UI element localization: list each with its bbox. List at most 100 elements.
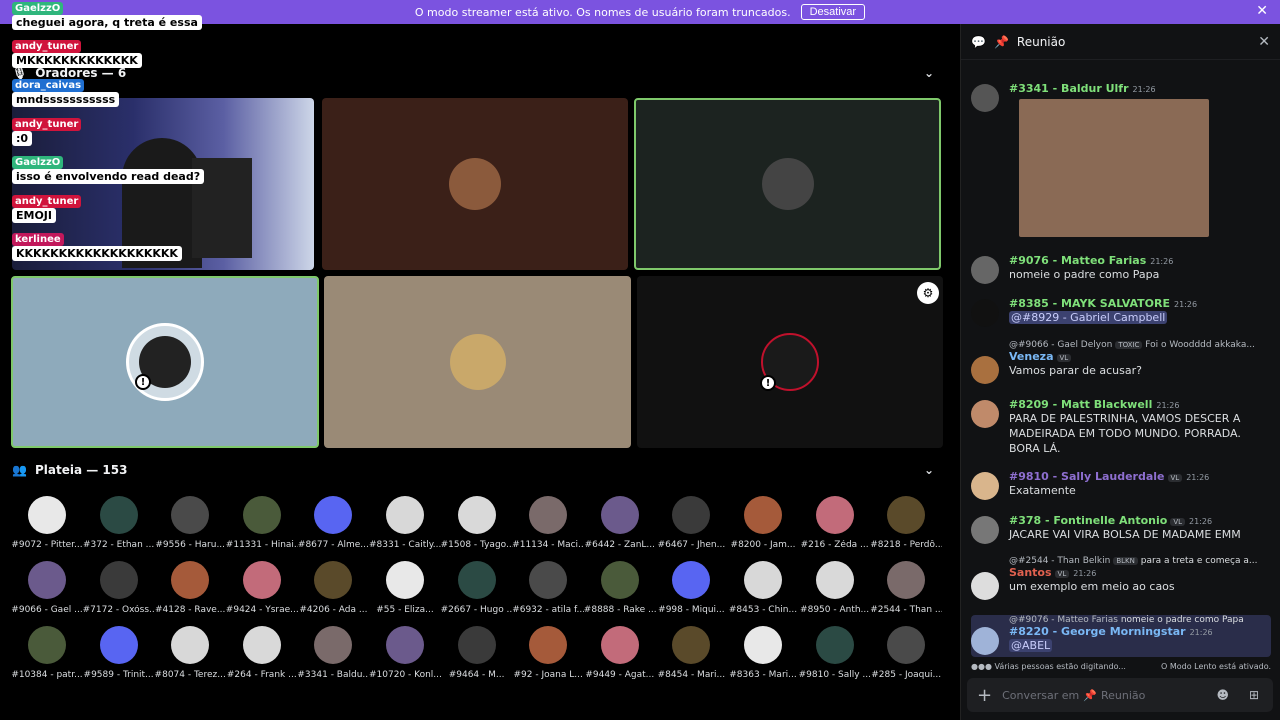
audience-member[interactable]: #2544 - Than ... bbox=[870, 561, 942, 615]
message-author[interactable]: #8385 - MAYK SALVATORE bbox=[1009, 297, 1170, 310]
audience-member[interactable]: #2667 - Hugo ... bbox=[440, 561, 513, 615]
avatar[interactable] bbox=[971, 627, 999, 655]
audience-member[interactable]: #9589 - Trinit... bbox=[84, 626, 154, 680]
avatar bbox=[314, 496, 353, 534]
avatar bbox=[672, 626, 711, 664]
audience-member[interactable]: #55 - Eliza... bbox=[370, 561, 440, 615]
audience-member-name: #1508 - Tyago... bbox=[440, 540, 513, 550]
chat-username: kerlinee bbox=[12, 233, 64, 246]
audience-member[interactable]: #8888 - Rake ... bbox=[584, 561, 656, 615]
audience-member[interactable]: #264 - Frank ... bbox=[227, 626, 297, 680]
avatar[interactable] bbox=[971, 356, 999, 384]
audience-member[interactable]: #4206 - Ada ... bbox=[298, 561, 368, 615]
audience-member[interactable]: #3341 - Baldu... bbox=[297, 626, 369, 680]
message-text: nomeie o padre como Papa bbox=[1009, 268, 1160, 281]
message-author[interactable]: #378 - Fontinelle Antonio bbox=[1009, 514, 1167, 527]
audience-member[interactable]: #9556 - Haru... bbox=[155, 496, 225, 550]
audience-member[interactable]: #8218 - Perdô... bbox=[870, 496, 942, 550]
audience-member[interactable]: #11331 - Hinai... bbox=[225, 496, 298, 550]
audience-member[interactable]: #216 - Zéda ... bbox=[800, 496, 870, 550]
audience-member[interactable]: #11134 - Maci... bbox=[512, 496, 584, 550]
mention[interactable]: @ABEL bbox=[1009, 639, 1053, 652]
avatar[interactable] bbox=[971, 572, 999, 600]
audience-member[interactable]: #1508 - Tyago... bbox=[440, 496, 513, 550]
audience-member-name: #8363 - Mari... bbox=[729, 670, 797, 680]
close-icon[interactable]: ✕ bbox=[1256, 3, 1268, 19]
chevron-down-icon[interactable]: ⌄ bbox=[924, 66, 934, 80]
message-author[interactable]: #9810 - Sally Lauderdale bbox=[1009, 470, 1165, 483]
audience-member[interactable]: #6442 - ZanL... bbox=[585, 496, 655, 550]
avatar bbox=[815, 496, 854, 534]
speaker-tile-4[interactable]: ! bbox=[11, 276, 319, 448]
message-author[interactable]: #8209 - Matt Blackwell bbox=[1009, 398, 1152, 411]
speaker-tile-3[interactable] bbox=[634, 98, 941, 270]
audience-member[interactable]: #4128 - Rave... bbox=[155, 561, 225, 615]
avatar bbox=[171, 561, 210, 599]
message-author[interactable]: Veneza bbox=[1009, 350, 1054, 363]
audience-member[interactable]: #8200 - Jam... bbox=[728, 496, 798, 550]
message-input[interactable]: + Conversar em 📌 Reunião ☻ ⊞ bbox=[967, 678, 1273, 712]
audience-member-name: #2667 - Hugo ... bbox=[440, 605, 513, 615]
audience-member[interactable]: #92 - Joana L... bbox=[513, 626, 583, 680]
chevron-down-icon[interactable]: ⌄ bbox=[924, 463, 934, 477]
audience-member-name: #372 - Ethan ... bbox=[82, 540, 155, 550]
audience-member[interactable]: #9066 - Gael ... bbox=[11, 561, 83, 615]
audience-header[interactable]: 👥 Plateia — 153 ⌄ bbox=[12, 457, 942, 483]
input-placeholder[interactable]: Conversar em bbox=[1002, 689, 1079, 702]
audience-member[interactable]: #9424 - Ysrae... bbox=[226, 561, 298, 615]
speaker-tile-6[interactable]: ⚙ ! bbox=[637, 276, 943, 448]
avatar[interactable] bbox=[971, 84, 999, 112]
avatar bbox=[386, 561, 424, 599]
gift-icon[interactable]: ☻ bbox=[1216, 688, 1229, 702]
speaker-tile-5[interactable] bbox=[324, 276, 631, 448]
message-author[interactable]: #8220 - George Morningstar bbox=[1009, 625, 1186, 638]
audience-member[interactable]: #8950 - Anth... bbox=[800, 561, 870, 615]
audience-member[interactable]: #8074 - Terez... bbox=[154, 626, 226, 680]
close-icon[interactable]: ✕ bbox=[1258, 34, 1270, 50]
reply-preview[interactable]: @#9066 - Gael Delyon TOXIC Foi o Woodddd … bbox=[1009, 340, 1271, 350]
audience-member[interactable]: #372 - Ethan ... bbox=[82, 496, 155, 550]
audience-member[interactable]: #285 - Joaqui... bbox=[871, 626, 941, 680]
reply-preview[interactable]: @#2544 - Than Belkin BLKN para a treta e … bbox=[1009, 556, 1271, 566]
avatar bbox=[600, 496, 639, 534]
audience-member[interactable]: #8677 - Alme... bbox=[298, 496, 369, 550]
audience-member[interactable]: #9464 - M... bbox=[442, 626, 512, 680]
apps-icon[interactable]: ⊞ bbox=[1249, 688, 1259, 702]
message-time: 21:26 bbox=[1073, 569, 1097, 578]
audience-member[interactable]: #8453 - Chin... bbox=[728, 561, 798, 615]
speaker-tile-2[interactable] bbox=[322, 98, 628, 270]
avatar[interactable] bbox=[971, 516, 999, 544]
audience-member[interactable]: #998 - Miqui... bbox=[656, 561, 726, 615]
audience-member[interactable]: #6932 - atila f... bbox=[512, 561, 584, 615]
avatar[interactable] bbox=[971, 299, 999, 327]
audience-member[interactable]: #9449 - Agat... bbox=[585, 626, 655, 680]
audience-member[interactable]: #9072 - Pitter... bbox=[11, 496, 83, 550]
reply-preview[interactable]: @#9076 - Matteo Farias nomeie o padre co… bbox=[1009, 615, 1271, 625]
audience-member[interactable]: #7172 - Oxóss... bbox=[83, 561, 155, 615]
mention[interactable]: @#8929 - Gabriel Campbell bbox=[1009, 311, 1168, 324]
people-icon: 👥 bbox=[12, 463, 27, 477]
avatar bbox=[887, 561, 926, 599]
gif-image[interactable] bbox=[1019, 99, 1209, 237]
audience-member[interactable]: #8331 - Caitly... bbox=[369, 496, 441, 550]
speakers-header[interactable]: 🎙 Oradores — 6 ⌄ bbox=[12, 60, 942, 86]
message-time: 21:26 bbox=[1173, 300, 1198, 309]
audience-member-name: #11331 - Hinai... bbox=[225, 540, 298, 550]
message-author[interactable]: #3341 - Baldur Ulfr bbox=[1009, 82, 1129, 95]
message-author[interactable]: #9076 - Matteo Farias bbox=[1009, 254, 1146, 267]
audience-member[interactable]: #9810 - Sally ... bbox=[799, 626, 871, 680]
audience-member[interactable]: #8363 - Mari... bbox=[728, 626, 798, 680]
deactivate-button[interactable]: Desativar bbox=[800, 4, 866, 20]
audience-member[interactable]: #6467 - Jhen... bbox=[656, 496, 726, 550]
audience-member-name: #8074 - Terez... bbox=[154, 670, 226, 680]
gear-icon[interactable]: ⚙ bbox=[917, 282, 939, 304]
plus-icon[interactable]: + bbox=[977, 685, 992, 706]
audience-member[interactable]: #10384 - patr... bbox=[11, 626, 83, 680]
avatar[interactable] bbox=[971, 400, 999, 428]
audience-member[interactable]: #10720 - Konl... bbox=[369, 626, 441, 680]
audience-member[interactable]: #8454 - Mari... bbox=[656, 626, 726, 680]
audience-member-name: #9589 - Trinit... bbox=[83, 670, 154, 680]
avatar[interactable] bbox=[971, 256, 999, 284]
avatar[interactable] bbox=[971, 472, 999, 500]
message-author[interactable]: Santos bbox=[1009, 566, 1052, 579]
